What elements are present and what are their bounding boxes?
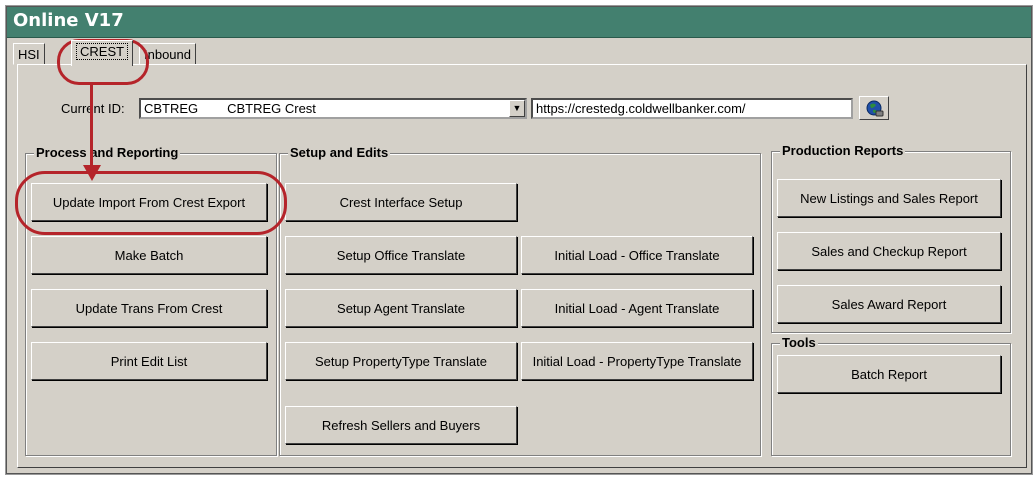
crest-interface-setup-button[interactable]: Crest Interface Setup [285, 183, 517, 221]
update-trans-button[interactable]: Update Trans From Crest [31, 289, 267, 327]
initial-load-office-button[interactable]: Initial Load - Office Translate [521, 236, 753, 274]
title-bar: Online V17 [7, 7, 1031, 38]
refresh-sellers-buyers-button[interactable]: Refresh Sellers and Buyers [285, 406, 517, 444]
group-title: Tools [780, 335, 818, 350]
sales-award-report-button[interactable]: Sales Award Report [777, 285, 1001, 323]
setup-agent-translate-button[interactable]: Setup Agent Translate [285, 289, 517, 327]
setup-office-translate-button[interactable]: Setup Office Translate [285, 236, 517, 274]
current-id-select[interactable]: CBTREG CBTREG Crest [139, 98, 527, 119]
chevron-down-icon[interactable]: ▼ [509, 100, 525, 117]
setup-propertytype-translate-button[interactable]: Setup PropertyType Translate [285, 342, 517, 380]
group-title: Process and Reporting [34, 145, 181, 160]
tab-crest[interactable]: CREST [71, 40, 134, 66]
initial-load-propertytype-button[interactable]: Initial Load - PropertyType Translate [521, 342, 753, 380]
globe-icon[interactable] [859, 96, 889, 120]
application-window: Online V17 HSI CREST Inbound Current ID:… [6, 6, 1032, 474]
print-edit-list-button[interactable]: Print Edit List [31, 342, 267, 380]
group-title: Setup and Edits [288, 145, 391, 160]
initial-load-agent-button[interactable]: Initial Load - Agent Translate [521, 289, 753, 327]
update-import-callout [15, 171, 287, 235]
sales-checkup-report-button[interactable]: Sales and Checkup Report [777, 232, 1001, 270]
make-batch-button[interactable]: Make Batch [31, 236, 267, 274]
new-listings-sales-report-button[interactable]: New Listings and Sales Report [777, 179, 1001, 217]
url-field[interactable]: https://crestedg.coldwellbanker.com/ [531, 98, 853, 119]
tab-hsi[interactable]: HSI [13, 43, 45, 65]
group-title: Production Reports [780, 143, 906, 158]
window-title: Online V17 [13, 10, 124, 31]
batch-report-button[interactable]: Batch Report [777, 355, 1001, 393]
callout-arrow-line [90, 85, 93, 171]
